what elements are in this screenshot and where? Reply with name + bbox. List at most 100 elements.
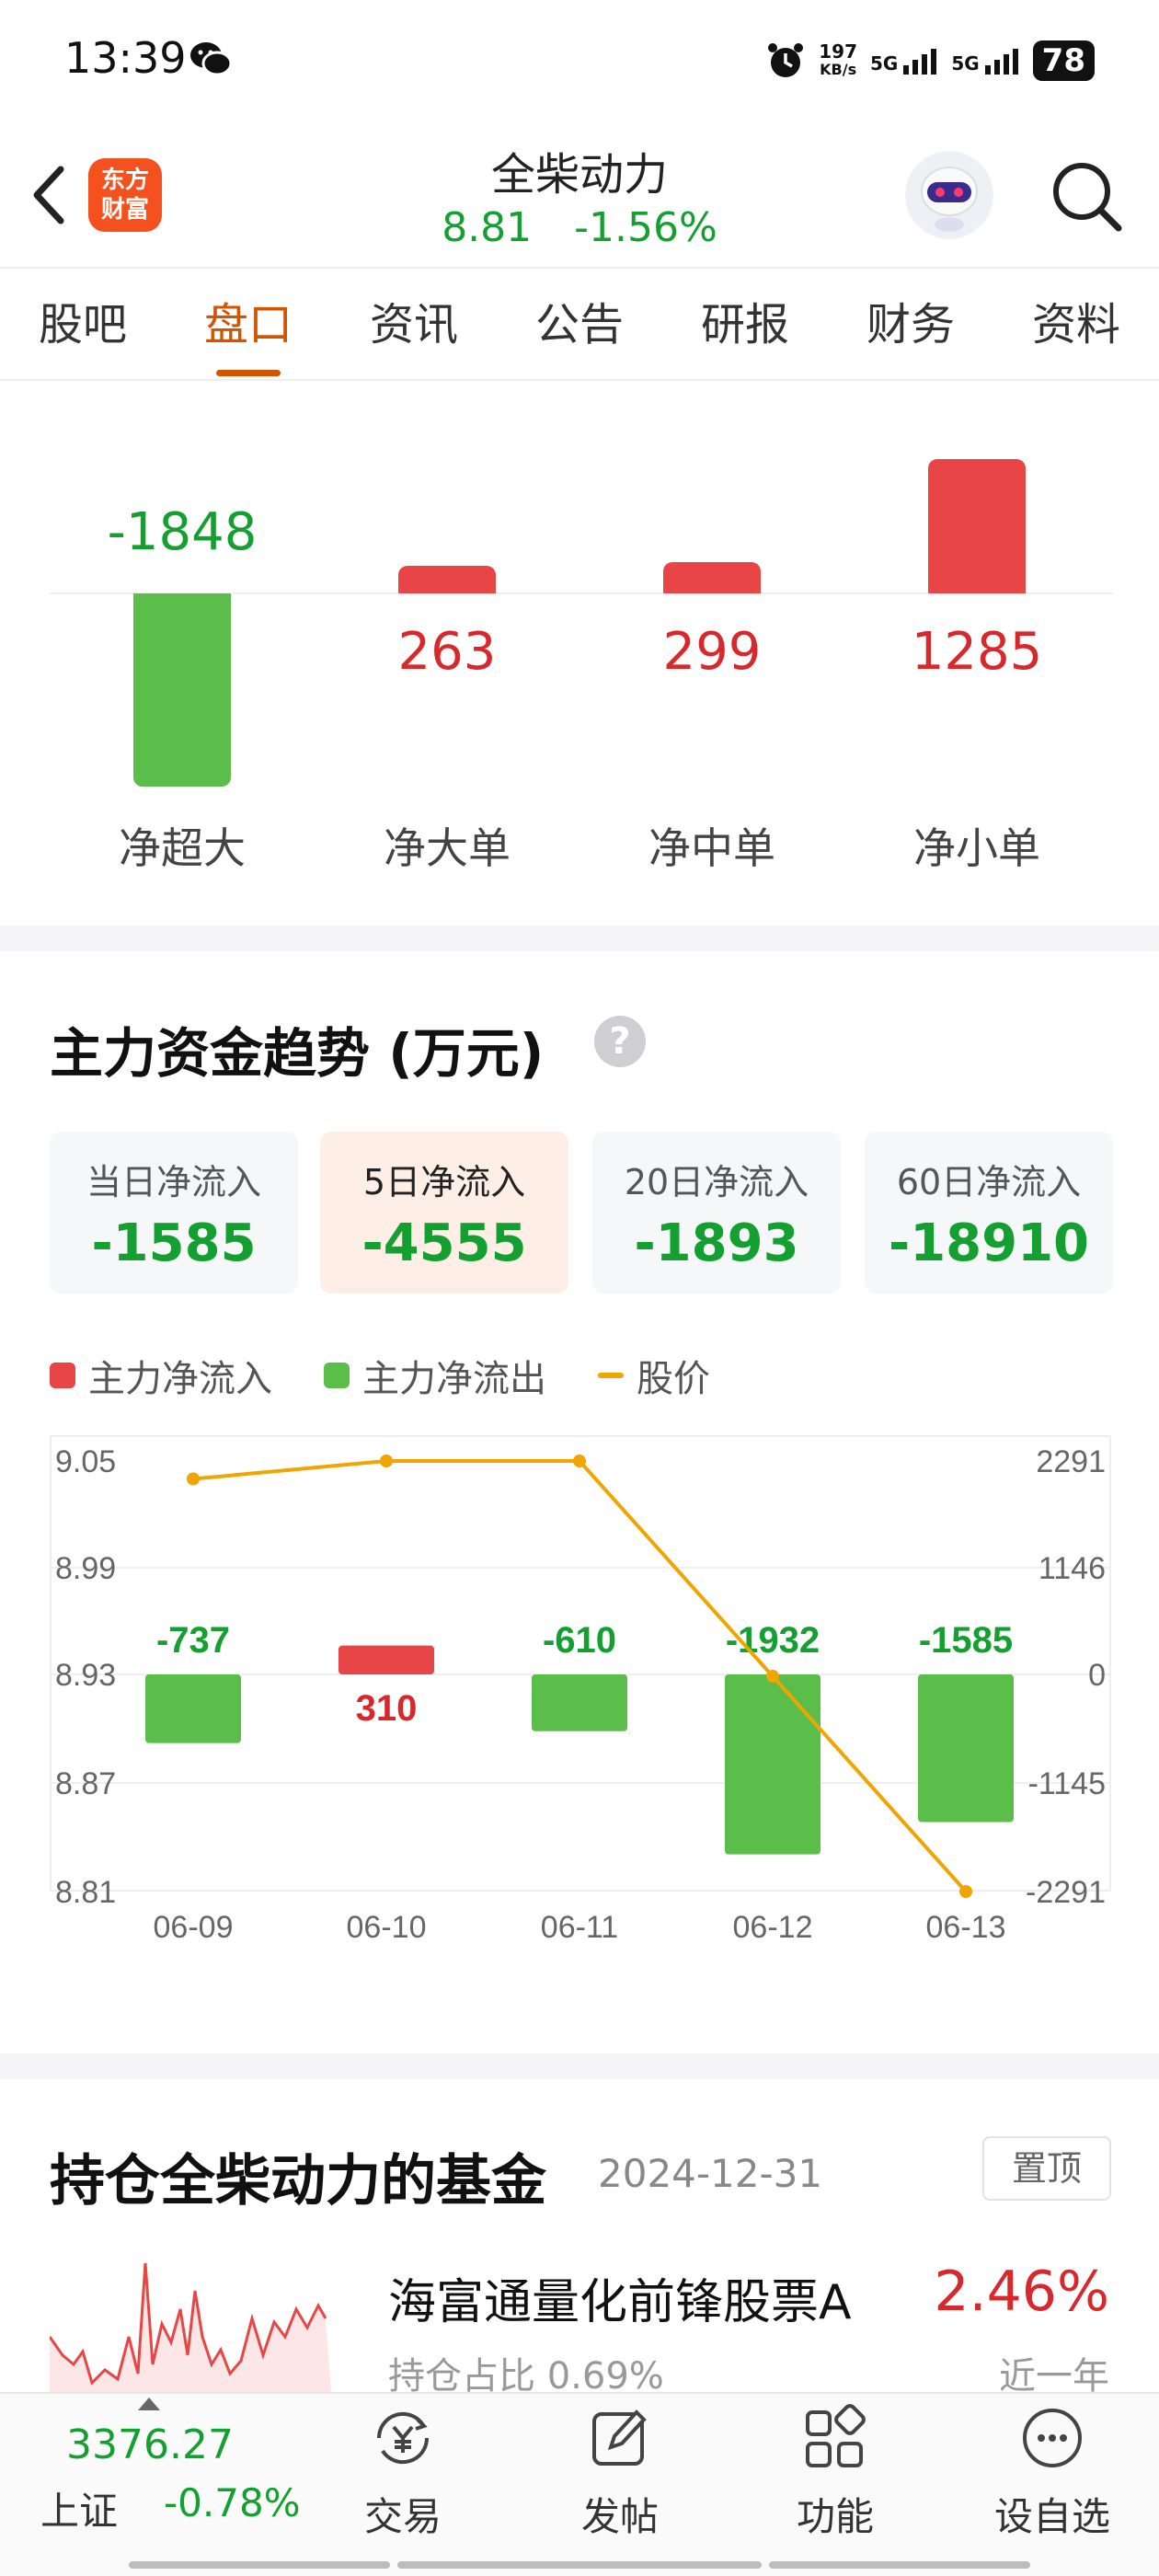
tab-2[interactable]: 资讯: [370, 288, 458, 360]
help-icon[interactable]: ?: [594, 1016, 646, 1067]
x-tick-label: 06-11: [541, 1910, 618, 1945]
flow-bar: [532, 1674, 627, 1731]
x-tick-label: 06-13: [926, 1910, 1006, 1945]
card-value: -18910: [888, 1213, 1090, 1273]
bar-value-label: 310: [356, 1688, 418, 1729]
legend-outflow: 主力净流出: [324, 1349, 546, 1402]
grid-icon: [806, 2404, 866, 2467]
signal-sim1: 5G: [870, 47, 938, 75]
section-divider: [0, 2053, 1159, 2079]
legend-inflow-swatch: [50, 1363, 75, 1388]
fund-name[interactable]: 海富通量化前锋股票A: [388, 2263, 852, 2332]
flow-bar: [725, 1674, 820, 1855]
net-speed: 197 KB/s: [819, 40, 857, 78]
y-left-tick: 8.99: [55, 1551, 116, 1586]
tab-5[interactable]: 财务: [866, 288, 955, 360]
tab-3[interactable]: 公告: [535, 288, 624, 360]
nav-add-watchlist[interactable]: 设自选: [970, 2401, 1135, 2542]
flow-bar: [398, 566, 496, 593]
battery-indicator: 78: [1032, 40, 1095, 81]
tab-1[interactable]: 盘口: [204, 288, 293, 376]
yuan-refresh-icon: [376, 2411, 430, 2465]
card-label: 5日净流入: [362, 1162, 526, 1202]
section-divider: [0, 926, 1159, 951]
assistant-robot-icon[interactable]: [905, 151, 993, 239]
fund-return: 2.46%: [934, 2260, 1109, 2324]
flow-period-card[interactable]: 60日净流入 -18910: [865, 1132, 1113, 1294]
chart-legend: 主力净流入 主力净流出 股价: [50, 1349, 762, 1402]
flow-label: 净小单: [913, 823, 1040, 873]
signal-icon: [984, 49, 1018, 75]
more-icon: [1023, 2409, 1082, 2467]
flow-value: 299: [662, 622, 762, 682]
status-icons: 197 KB/s 5G 5G 78: [765, 33, 1095, 88]
gesture-bar: [769, 2561, 1030, 2569]
card-value: -1893: [634, 1213, 799, 1273]
x-tick-label: 06-12: [733, 1910, 813, 1945]
y-left-tick: 9.05: [55, 1444, 116, 1479]
y-right-tick: 2291: [1036, 1444, 1106, 1479]
flow-label: 净中单: [648, 823, 775, 873]
x-tick-label: 06-09: [154, 1910, 234, 1945]
legend-outflow-swatch: [324, 1363, 350, 1388]
edit-icon: [592, 2409, 647, 2466]
flow-period-card[interactable]: 当日净流入 -1585: [50, 1132, 298, 1294]
flow-bar: [918, 1674, 1014, 1823]
tab-6[interactable]: 资料: [1032, 288, 1120, 360]
bar-value-label: -737: [156, 1620, 230, 1661]
fund-section-title: 持仓全柴动力的基金: [50, 2149, 546, 2214]
nav-post[interactable]: 发帖: [537, 2401, 703, 2542]
stock-price: 8.81: [442, 204, 533, 251]
flow-value: -1848: [107, 502, 258, 562]
flow-period-card[interactable]: 5日净流入 -4555: [320, 1132, 568, 1294]
price-point: [187, 1472, 200, 1486]
gesture-bar: [129, 2561, 390, 2569]
y-right-tick: -2291: [1026, 1875, 1106, 1910]
alarm-icon: [768, 43, 804, 77]
caret-up-icon: [138, 2398, 160, 2410]
fund-sparkline: [50, 2262, 331, 2392]
card-label: 20日净流入: [624, 1162, 809, 1202]
nav-trade[interactable]: 交易: [320, 2401, 486, 2542]
wechat-icon: [190, 42, 232, 76]
bar-value-label: -610: [543, 1620, 616, 1661]
y-right-tick: 1146: [1039, 1551, 1106, 1586]
tab-0[interactable]: 股吧: [39, 288, 127, 360]
trend-title: 主力资金趋势 (万元): [50, 1022, 545, 1085]
card-label: 当日净流入: [86, 1162, 261, 1202]
flow-value: 1285: [911, 622, 1043, 682]
flow-label: 净超大: [119, 823, 246, 873]
index-change[interactable]: -0.78%: [164, 2480, 301, 2525]
pin-top-button[interactable]: 置顶: [982, 2136, 1111, 2201]
flow-value: 263: [397, 622, 497, 682]
price-point: [959, 1885, 972, 1898]
tab-bar: 股吧 盘口 资讯 公告 研报 财务 资料: [0, 267, 1159, 381]
signal-sim2: 5G: [951, 47, 1019, 75]
price-point: [766, 1670, 779, 1683]
y-right-tick: 0: [1088, 1658, 1106, 1693]
stock-change: -1.56%: [574, 204, 717, 251]
plot-frame: [50, 1435, 1111, 1892]
flow-bar: [145, 1674, 241, 1743]
fund-report-date: 2024-12-31: [598, 2151, 823, 2196]
search-icon[interactable]: [1047, 156, 1126, 236]
bar-value-label: -1585: [919, 1620, 1013, 1661]
signal-icon: [903, 49, 937, 75]
status-time: 13:39: [64, 33, 187, 83]
price-point: [380, 1455, 393, 1467]
card-value: -1585: [91, 1213, 257, 1273]
y-right-tick: -1145: [1028, 1766, 1106, 1801]
nav-functions[interactable]: 功能: [752, 2401, 918, 2542]
tab-4[interactable]: 研报: [701, 288, 789, 360]
y-left-tick: 8.93: [55, 1658, 116, 1693]
gesture-bar: [397, 2561, 762, 2569]
legend-inflow: 主力净流入: [50, 1349, 272, 1402]
flow-period-card[interactable]: 20日净流入 -1893: [592, 1132, 841, 1294]
flow-bar: [339, 1645, 434, 1674]
x-tick-label: 06-10: [347, 1910, 427, 1945]
index-name[interactable]: 上证: [40, 2480, 118, 2536]
index-value[interactable]: 3376.27: [66, 2421, 234, 2468]
y-left-tick: 8.81: [55, 1875, 116, 1910]
flow-label: 净大单: [384, 823, 511, 873]
flow-bar: [928, 458, 1026, 593]
